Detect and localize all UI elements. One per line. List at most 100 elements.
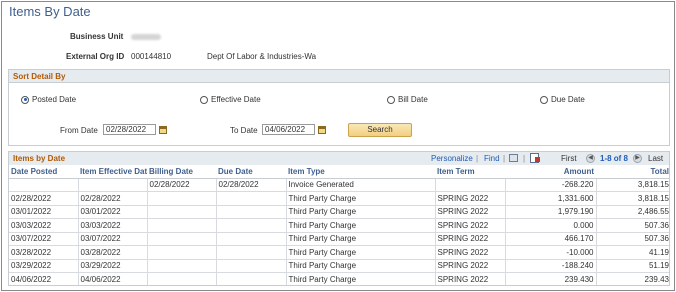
table-cell: [216, 259, 287, 273]
calendar-icon[interactable]: [159, 126, 167, 134]
table-cell: 1,331.600: [505, 191, 597, 206]
table-cell: 03/28/2022: [78, 245, 148, 260]
table-cell: [216, 232, 287, 246]
table-cell: 51.19: [596, 259, 669, 273]
column-header[interactable]: Date Posted: [9, 165, 78, 179]
table-cell: 04/06/2022: [9, 272, 79, 285]
table-cell: [147, 218, 217, 233]
table-cell: SPRING 2022: [435, 272, 506, 285]
table-cell: 3,818.15: [596, 178, 669, 192]
table-cell: 03/07/2022: [78, 232, 148, 246]
table-row: 03/28/2022 03/28/2022 Third Party Charge…: [9, 245, 669, 260]
table-cell: Third Party Charge: [286, 232, 436, 246]
grid-title-bar: Items by Date Personalize | Find | | Fir…: [9, 152, 669, 165]
previous-icon[interactable]: ◀: [586, 154, 595, 163]
table-cell: SPRING 2022: [435, 232, 506, 246]
table-cell: Third Party Charge: [286, 259, 436, 273]
table-cell: [147, 245, 217, 260]
table-cell: Third Party Charge: [286, 245, 436, 260]
from-date-input[interactable]: 02/28/2022: [103, 124, 156, 135]
column-header[interactable]: Item Term: [435, 165, 505, 179]
next-icon[interactable]: ▶: [633, 154, 642, 163]
column-header[interactable]: Total: [596, 165, 669, 179]
table-cell: 03/29/2022: [9, 259, 79, 273]
table-cell: 41.19: [596, 245, 669, 260]
external-org-name: Dept Of Labor & Industries-Wa: [207, 52, 317, 61]
table-cell: [216, 272, 287, 285]
from-date-label: From Date: [60, 126, 98, 135]
table-cell: [78, 178, 148, 192]
table-row: 03/03/2022 03/03/2022 Third Party Charge…: [9, 218, 669, 233]
to-date-input[interactable]: 04/06/2022: [262, 124, 315, 135]
table-cell: 3,818.15: [596, 191, 669, 206]
table-cell: [147, 205, 217, 219]
table-cell: 507.36: [596, 232, 669, 246]
table-cell: 239.430: [505, 272, 597, 285]
table-cell: -10.000: [505, 245, 597, 260]
table-cell: SPRING 2022: [435, 245, 506, 260]
table-row: 03/29/2022 03/29/2022 Third Party Charge…: [9, 259, 669, 273]
table-cell: 466.170: [505, 232, 597, 246]
table-cell: [216, 245, 287, 260]
table-cell: 239.43: [596, 272, 669, 285]
column-header[interactable]: Item Type: [286, 165, 435, 179]
table-cell: [147, 272, 217, 285]
table-cell: 03/07/2022: [9, 232, 79, 246]
table-cell: 03/03/2022: [78, 218, 148, 233]
table-cell: -268.220: [505, 178, 597, 192]
table-cell: 507.36: [596, 218, 669, 233]
radio-posted-date[interactable]: Posted Date: [21, 95, 76, 104]
table-cell: 02/28/2022: [9, 191, 79, 206]
column-header[interactable]: Billing Date: [147, 165, 216, 179]
items-table: Date Posted Item Effective Date Billing …: [9, 165, 669, 285]
business-unit-value-redacted: [131, 34, 161, 40]
column-header[interactable]: Due Date: [216, 165, 286, 179]
nav-separator: |: [503, 154, 506, 163]
table-cell: 03/01/2022: [9, 205, 79, 219]
external-org-label: External Org ID: [66, 52, 125, 61]
table-row: 02/28/2022 02/28/2022 Third Party Charge…: [9, 191, 669, 206]
radio-circle-icon[interactable]: [200, 95, 208, 104]
table-cell: -188.240: [505, 259, 597, 273]
radio-effective-date[interactable]: Effective Date: [200, 95, 261, 104]
table-cell: SPRING 2022: [435, 191, 506, 206]
first-label: First: [561, 154, 577, 163]
radio-circle-icon[interactable]: [387, 95, 395, 104]
table-cell: Third Party Charge: [286, 191, 436, 206]
table-cell: [9, 178, 79, 192]
radio-bill-date-label: Bill Date: [398, 95, 428, 104]
column-header[interactable]: Amount: [505, 165, 596, 179]
nav-separator: |: [523, 154, 526, 163]
radio-circle-icon[interactable]: [21, 95, 29, 104]
table-cell: SPRING 2022: [435, 205, 506, 219]
download-excel-icon[interactable]: [530, 153, 540, 163]
find-link[interactable]: Find: [484, 154, 500, 163]
radio-posted-date-label: Posted Date: [32, 95, 77, 104]
external-org-id: 000144810: [131, 52, 172, 61]
radio-due-date-label: Due Date: [551, 95, 585, 104]
radio-bill-date[interactable]: Bill Date: [387, 95, 428, 104]
table-cell: 2,486.55: [596, 205, 669, 219]
table-cell: 03/01/2022: [78, 205, 148, 219]
business-unit-label: Business Unit: [70, 32, 124, 41]
table-cell: 0.000: [505, 218, 597, 233]
last-label: Last: [648, 154, 664, 163]
sort-detail-header: Sort Detail By: [9, 70, 669, 83]
calendar-icon[interactable]: [318, 126, 326, 134]
table-cell: Third Party Charge: [286, 272, 436, 285]
radio-circle-icon[interactable]: [540, 95, 548, 104]
search-button[interactable]: Search: [348, 123, 412, 137]
radio-due-date[interactable]: Due Date: [540, 95, 585, 104]
table-cell: 03/03/2022: [9, 218, 79, 233]
nav-separator: |: [476, 154, 479, 163]
personalize-link[interactable]: Personalize: [431, 154, 473, 163]
table-header-row: Date Posted Item Effective Date Billing …: [9, 165, 669, 179]
table-cell: [147, 259, 217, 273]
view-all-icon[interactable]: [509, 154, 518, 162]
table-cell: 03/29/2022: [78, 259, 148, 273]
column-header[interactable]: Item Effective Date: [78, 165, 147, 179]
table-row: 03/01/2022 03/01/2022 Third Party Charge…: [9, 205, 669, 219]
table-cell: 02/28/2022: [216, 178, 287, 192]
to-date-label: To Date: [230, 126, 258, 135]
page-range: 1-8 of 8: [600, 154, 629, 163]
